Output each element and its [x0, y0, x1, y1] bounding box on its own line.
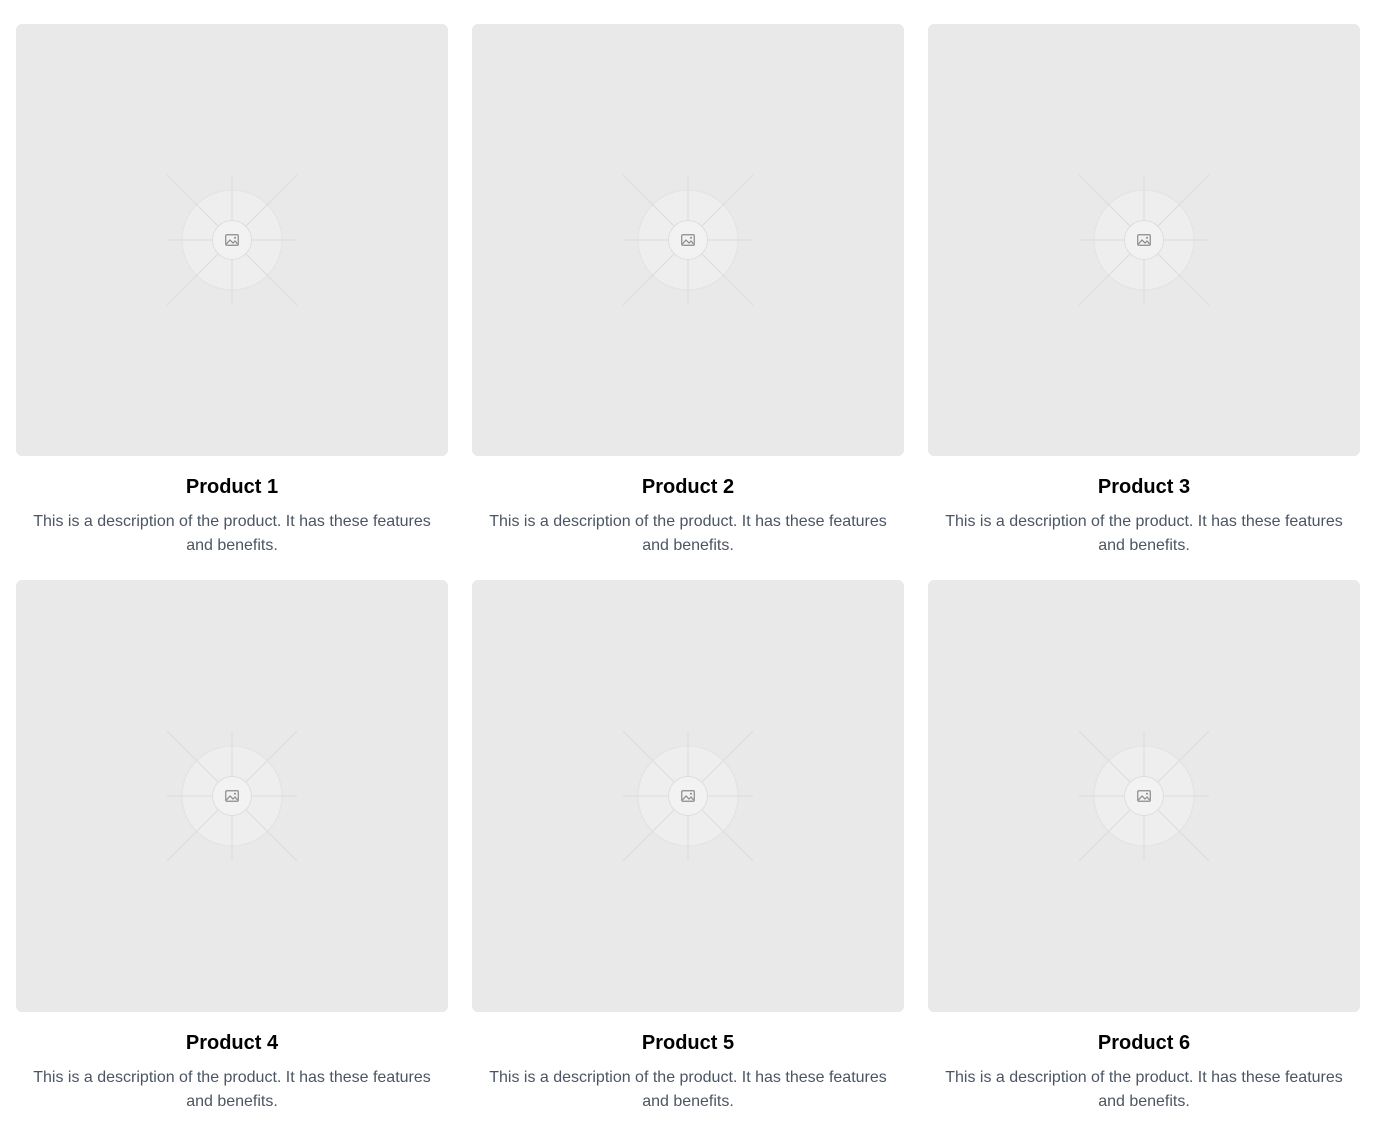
product-title: Product 2	[641, 476, 735, 498]
product-image-placeholder	[928, 580, 1360, 1012]
image-icon	[668, 220, 708, 260]
product-card[interactable]: Product 3 This is a description of the p…	[928, 24, 1360, 556]
product-description: This is a description of the product. It…	[33, 1069, 431, 1110]
product-title: Product 5	[641, 1032, 735, 1054]
product-card[interactable]: Product 1 This is a description of the p…	[16, 24, 448, 556]
product-title: Product 6	[1097, 1032, 1191, 1054]
image-icon	[212, 776, 252, 816]
product-description: This is a description of the product. It…	[489, 513, 887, 554]
product-card[interactable]: Product 5 This is a description of the p…	[472, 580, 904, 1112]
product-description: This is a description of the product. It…	[945, 1069, 1343, 1110]
product-image-placeholder	[928, 24, 1360, 456]
product-title: Product 4	[185, 1032, 279, 1054]
product-description: This is a description of the product. It…	[489, 1069, 887, 1110]
product-image-placeholder	[472, 24, 904, 456]
product-image-placeholder	[472, 580, 904, 1012]
product-card[interactable]: Product 2 This is a description of the p…	[472, 24, 904, 556]
image-icon	[1124, 220, 1164, 260]
image-icon	[668, 776, 708, 816]
product-image-placeholder	[16, 580, 448, 1012]
product-title: Product 3	[1097, 476, 1191, 498]
product-grid: Product 1 This is a description of the p…	[16, 24, 1360, 1112]
image-icon	[212, 220, 252, 260]
product-card[interactable]: Product 6 This is a description of the p…	[928, 580, 1360, 1112]
product-card[interactable]: Product 4 This is a description of the p…	[16, 580, 448, 1112]
product-description: This is a description of the product. It…	[33, 513, 431, 554]
product-description: This is a description of the product. It…	[945, 513, 1343, 554]
product-image-placeholder	[16, 24, 448, 456]
image-icon	[1124, 776, 1164, 816]
product-title: Product 1	[185, 476, 279, 498]
